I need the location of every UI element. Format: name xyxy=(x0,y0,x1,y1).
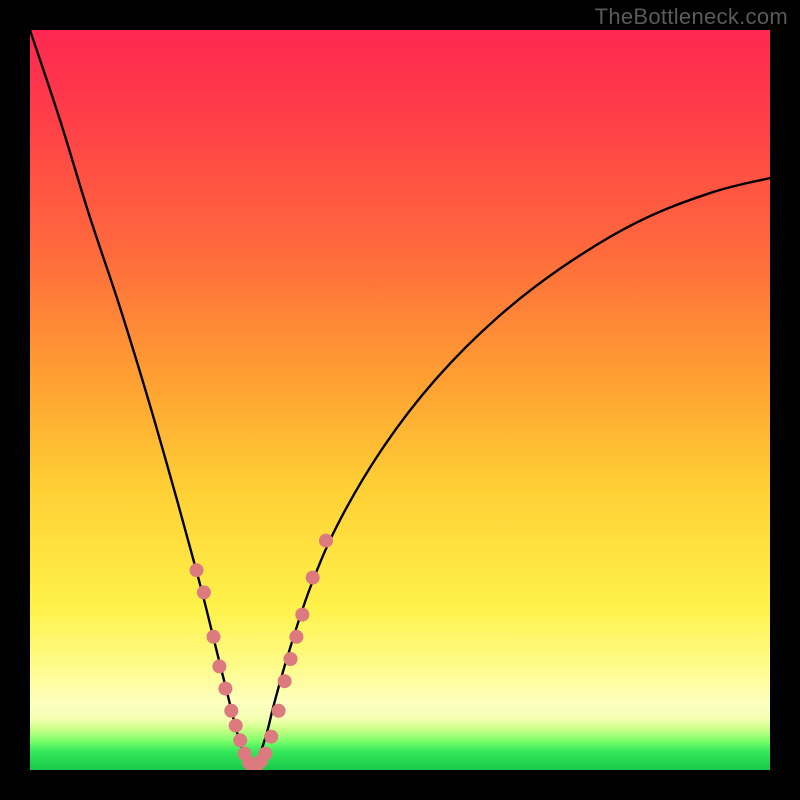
highlight-dot xyxy=(229,719,243,733)
highlight-dot xyxy=(218,682,232,696)
highlight-dot xyxy=(258,747,272,761)
highlight-dot xyxy=(319,534,333,548)
bottleneck-curve-svg xyxy=(30,30,770,770)
highlight-dot xyxy=(295,608,309,622)
highlight-dot xyxy=(284,652,298,666)
highlight-dots-group xyxy=(190,534,334,770)
watermark-text: TheBottleneck.com xyxy=(595,4,788,30)
highlight-dot xyxy=(264,730,278,744)
highlight-dot xyxy=(190,563,204,577)
highlight-dot xyxy=(289,630,303,644)
highlight-dot xyxy=(233,733,247,747)
bottleneck-curve-path xyxy=(30,30,770,770)
highlight-dot xyxy=(212,659,226,673)
highlight-dot xyxy=(224,704,238,718)
highlight-dot xyxy=(272,704,286,718)
highlight-dot xyxy=(207,630,221,644)
plot-area xyxy=(30,30,770,770)
highlight-dot xyxy=(306,571,320,585)
highlight-dot xyxy=(278,674,292,688)
chart-stage: TheBottleneck.com xyxy=(0,0,800,800)
highlight-dot xyxy=(197,585,211,599)
